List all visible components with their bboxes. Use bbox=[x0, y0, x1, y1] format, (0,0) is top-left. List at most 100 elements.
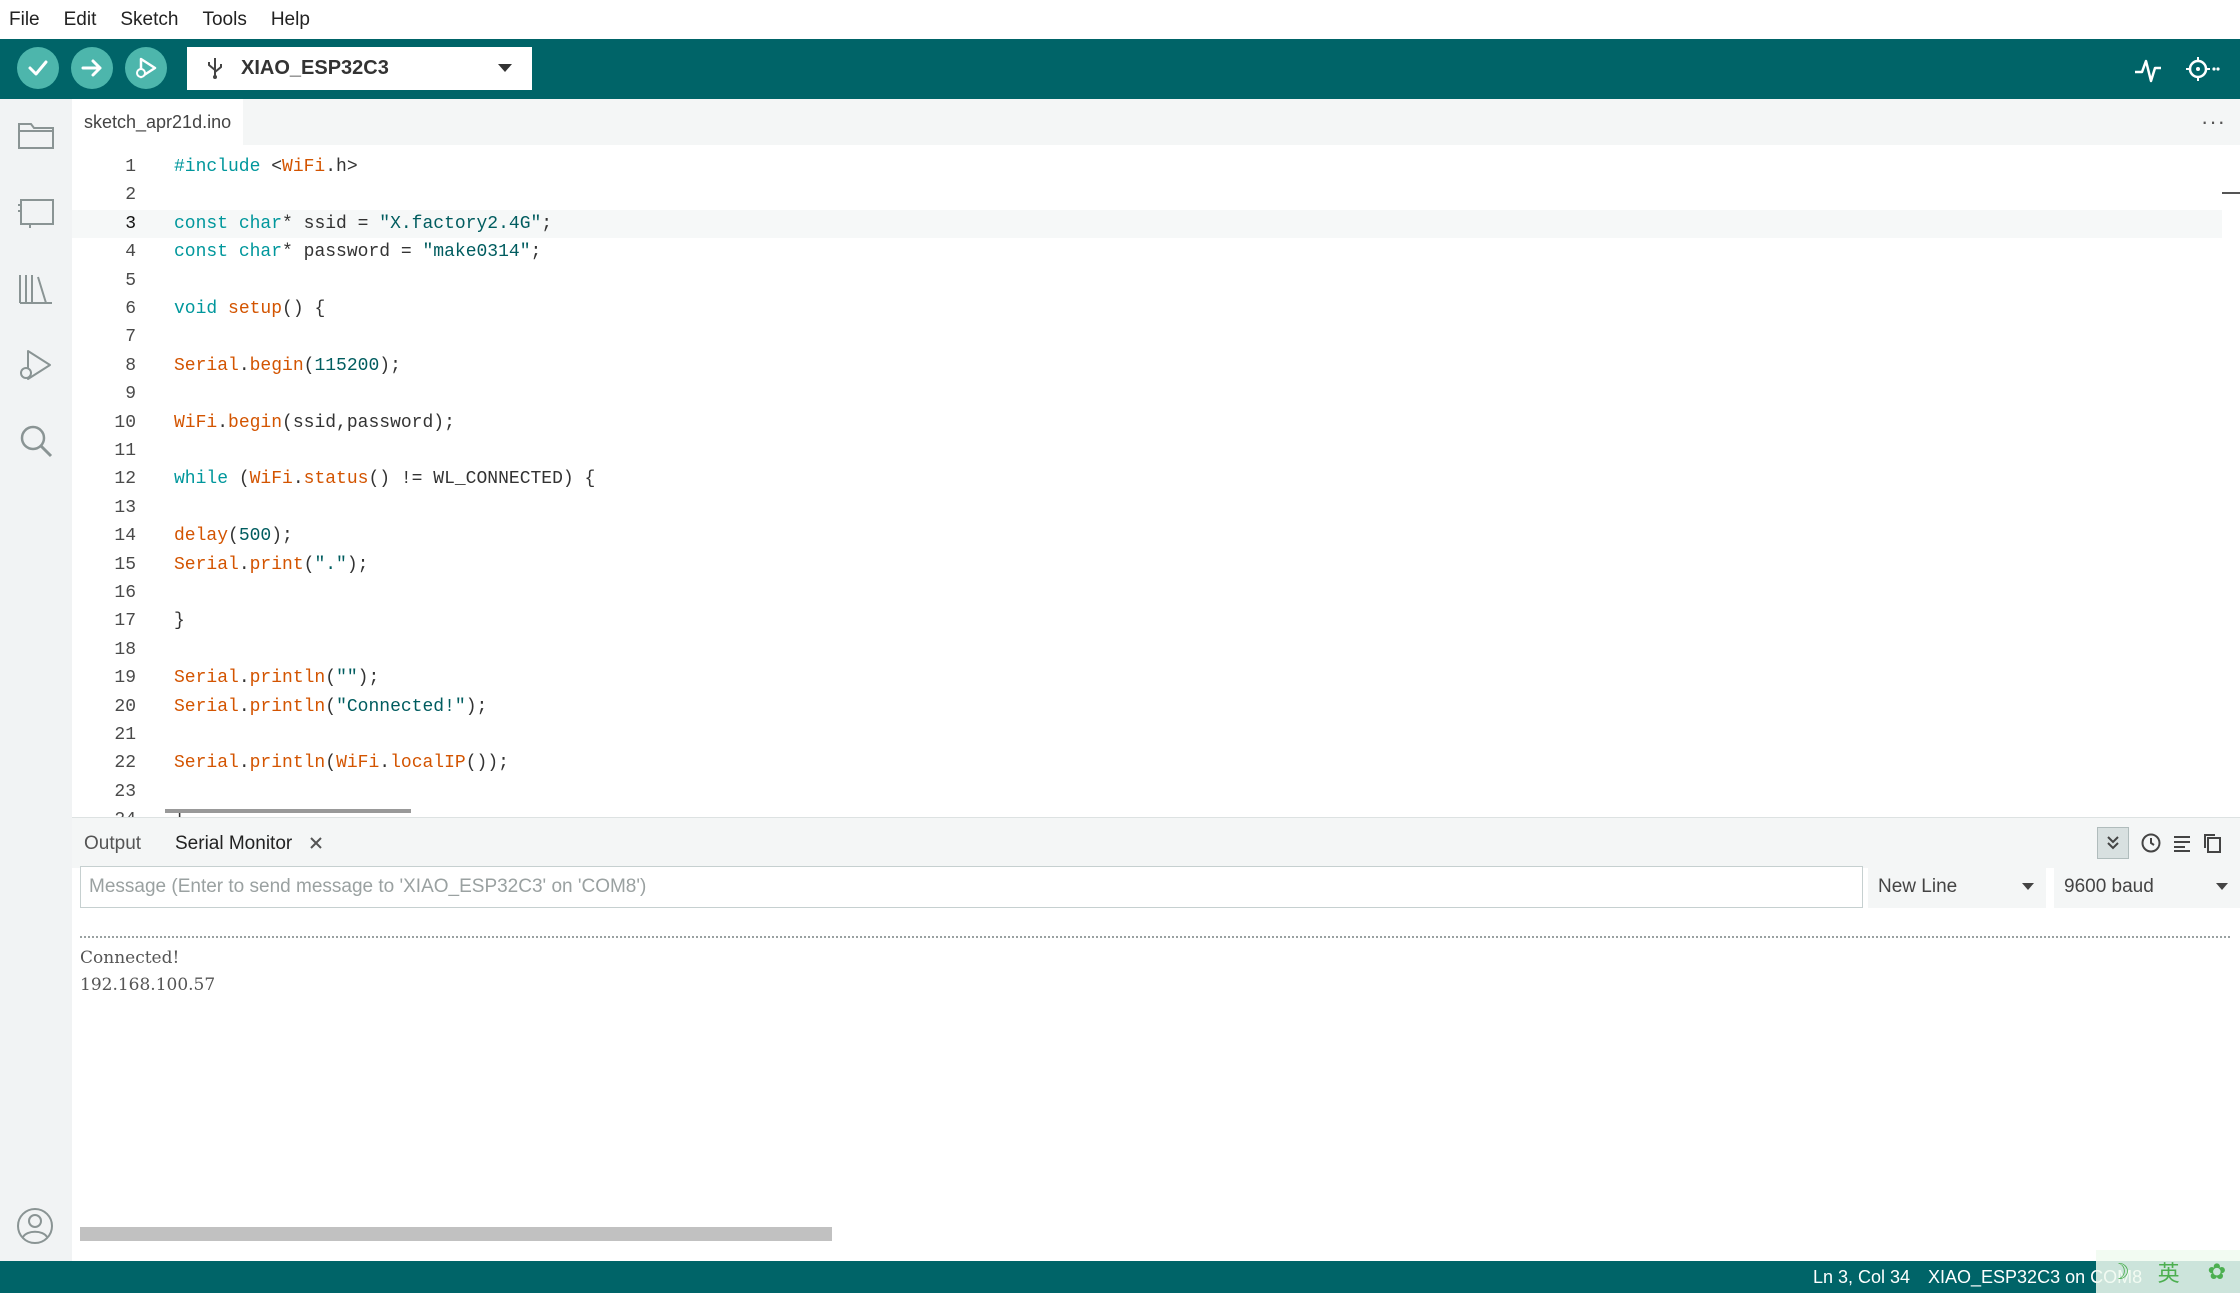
code-line[interactable]: 12 while (WiFi.status() != WL_CONNECTED) … bbox=[72, 465, 2222, 493]
cursor-position: Ln 3, Col 34 bbox=[1813, 1267, 1911, 1287]
line-number: 11 bbox=[114, 441, 136, 461]
menu-file[interactable]: File bbox=[9, 9, 40, 31]
code-line[interactable]: 1 #include <WiFi.h> bbox=[72, 153, 2222, 181]
code-line[interactable]: 3 const char* ssid = "X.factory2.4G"; bbox=[72, 209, 2222, 238]
check-icon bbox=[28, 60, 48, 76]
code-line[interactable]: 20 Serial.println("Connected!"); bbox=[72, 693, 2222, 721]
code-line[interactable]: 17} bbox=[72, 607, 2222, 635]
line-number: 12 bbox=[114, 469, 136, 490]
code-text: } bbox=[174, 611, 185, 632]
sketchbook-folder-icon[interactable] bbox=[16, 115, 56, 155]
code-line[interactable]: 4 const char* password = "make0314"; bbox=[72, 238, 2222, 266]
search-icon[interactable] bbox=[16, 421, 56, 461]
line-number: 3 bbox=[125, 213, 136, 234]
menu-help[interactable]: Help bbox=[271, 9, 310, 31]
code-line[interactable]: 15 Serial.print("."); bbox=[72, 551, 2222, 579]
debug-button[interactable] bbox=[125, 47, 167, 89]
panel-tab-bar: Output Serial Monitor bbox=[72, 818, 2240, 868]
code-line[interactable]: 8 Serial.begin(115200); bbox=[72, 352, 2222, 380]
close-icon[interactable] bbox=[308, 835, 324, 851]
code-line[interactable]: 16 bbox=[72, 579, 2222, 607]
line-number: 8 bbox=[125, 355, 136, 376]
line-number: 18 bbox=[114, 639, 136, 660]
chevron-down-icon bbox=[2216, 883, 2228, 890]
code-line[interactable]: 11 bbox=[72, 437, 2222, 465]
output-dots bbox=[80, 936, 2230, 938]
code-line[interactable]: 18 bbox=[72, 636, 2222, 664]
line-number: 9 bbox=[125, 384, 136, 405]
bottom-panel: Output Serial Monitor New Line 9600 baud… bbox=[72, 817, 2240, 1262]
code-line[interactable]: 13 bbox=[72, 494, 2222, 522]
file-tab[interactable]: sketch_apr21d.ino bbox=[72, 99, 244, 145]
clock-icon bbox=[2141, 833, 2161, 853]
code-editor[interactable]: 1 #include <WiFi.h> 2 3 const char* ssid = "… bbox=[72, 145, 2240, 817]
account-icon[interactable] bbox=[15, 1206, 55, 1246]
code-line[interactable]: 14 delay(500); bbox=[72, 522, 2222, 550]
debug-sidebar-icon[interactable] bbox=[16, 345, 56, 385]
ime-indicator: ☽ 英 ✿ bbox=[2096, 1250, 2240, 1293]
code-text: #include <WiFi.h> bbox=[174, 157, 358, 177]
menu-tools[interactable]: Tools bbox=[202, 9, 246, 31]
code-line[interactable]: 23 bbox=[72, 778, 2222, 806]
tab-serial-monitor[interactable]: Serial Monitor bbox=[175, 833, 292, 855]
code-line[interactable]: 6 void setup() { bbox=[72, 295, 2222, 323]
menu-edit[interactable]: Edit bbox=[64, 9, 97, 31]
code-text: const char* password = "make0314"; bbox=[174, 242, 542, 263]
line-number: 16 bbox=[114, 583, 136, 603]
line-ending-select[interactable]: New Line bbox=[1868, 866, 2046, 908]
copy-icon bbox=[2204, 834, 2221, 853]
status-bar: Ln 3, Col 34 XIAO_ESP32C3 on COM8 bbox=[0, 1261, 2240, 1293]
line-number: 6 bbox=[125, 299, 136, 319]
copy-output-button[interactable] bbox=[2196, 827, 2228, 859]
code-line[interactable]: 2 bbox=[72, 181, 2222, 209]
code-line[interactable]: 10 WiFi.begin(ssid,password); bbox=[72, 409, 2222, 437]
code-text: delay(500); bbox=[174, 526, 293, 547]
serial-message-input[interactable] bbox=[80, 866, 1863, 908]
toolbar: XIAO_ESP32C3 bbox=[0, 39, 2240, 99]
chevron-down-icon bbox=[2022, 883, 2034, 890]
editor-tab-bar: sketch_apr21d.ino ··· bbox=[72, 99, 2240, 145]
code-line[interactable]: 7 bbox=[72, 323, 2222, 351]
library-manager-icon[interactable] bbox=[16, 269, 56, 309]
code-line[interactable]: 9 bbox=[72, 380, 2222, 408]
output-line: 192.168.100.57 bbox=[80, 975, 216, 995]
clear-lines-icon bbox=[2174, 836, 2190, 852]
tab-output[interactable]: Output bbox=[84, 833, 141, 855]
line-number: 23 bbox=[114, 781, 136, 802]
line-number: 5 bbox=[125, 270, 136, 291]
code-line[interactable]: 19 Serial.println(""); bbox=[72, 664, 2222, 692]
code-line[interactable]: 21 bbox=[72, 721, 2222, 749]
board-selector[interactable]: XIAO_ESP32C3 bbox=[187, 47, 532, 90]
ime-moon-icon: ☽ bbox=[2109, 1258, 2130, 1284]
line-number: 14 bbox=[114, 526, 136, 547]
line-number: 10 bbox=[114, 412, 136, 433]
serial-monitor-icon[interactable] bbox=[2184, 55, 2220, 85]
code-text: Serial.print("."); bbox=[174, 554, 369, 575]
clear-output-button[interactable] bbox=[2166, 827, 2198, 859]
autoscroll-toggle[interactable] bbox=[2097, 827, 2129, 859]
baud-rate-value: 9600 baud bbox=[2064, 876, 2154, 897]
serial-plotter-icon[interactable] bbox=[2133, 55, 2163, 85]
code-text: void setup() { bbox=[174, 299, 326, 319]
ime-label: 英 bbox=[2157, 1260, 2180, 1286]
line-number: 19 bbox=[114, 668, 136, 689]
upload-button[interactable] bbox=[71, 47, 113, 89]
code-text: while (WiFi.status() != WL_CONNECTED) { bbox=[174, 469, 596, 490]
editor-horizontal-scrollbar[interactable] bbox=[165, 809, 411, 813]
usb-icon bbox=[208, 58, 222, 79]
baud-rate-select[interactable]: 9600 baud bbox=[2054, 866, 2240, 908]
debug-icon bbox=[136, 57, 157, 79]
menu-sketch[interactable]: Sketch bbox=[120, 9, 178, 31]
boards-manager-icon[interactable] bbox=[16, 192, 56, 232]
verify-button[interactable] bbox=[17, 47, 59, 89]
line-number: 4 bbox=[125, 242, 136, 263]
double-chevron-down-icon bbox=[2107, 836, 2119, 850]
line-number: 20 bbox=[114, 696, 136, 717]
line-number: 7 bbox=[125, 327, 136, 348]
code-text: const char* ssid = "X.factory2.4G"; bbox=[174, 213, 553, 234]
more-options-button[interactable]: ··· bbox=[2201, 109, 2226, 135]
code-line[interactable]: 5 bbox=[72, 267, 2222, 295]
timestamp-toggle[interactable] bbox=[2135, 827, 2167, 859]
output-horizontal-scrollbar[interactable] bbox=[80, 1227, 832, 1241]
code-line[interactable]: 22 Serial.println(WiFi.localIP()); bbox=[72, 749, 2222, 777]
